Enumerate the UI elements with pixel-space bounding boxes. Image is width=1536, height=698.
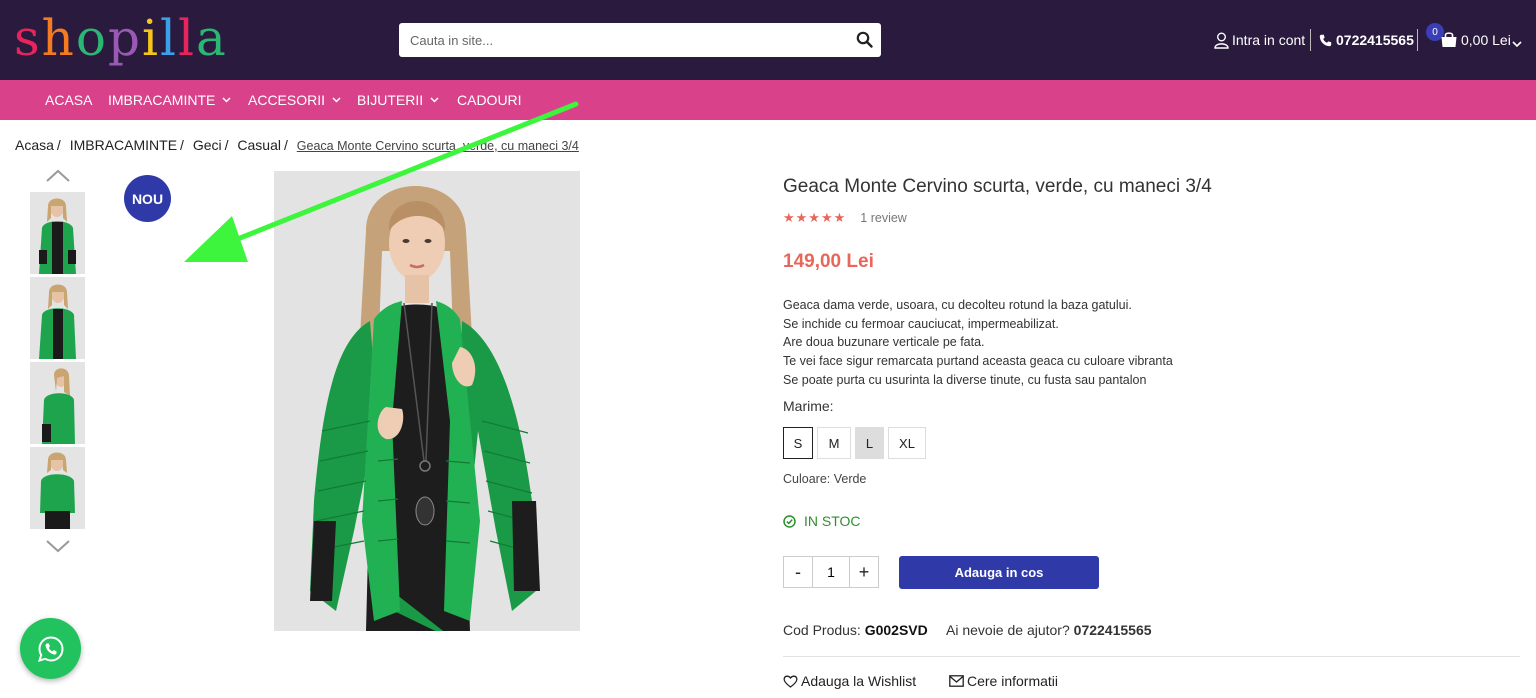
- wishlist-link[interactable]: Adauga la Wishlist: [783, 673, 916, 689]
- stock-status: IN STOC: [783, 513, 861, 529]
- product-code-value: G002SVD: [864, 622, 928, 638]
- whatsapp-button[interactable]: [20, 618, 81, 679]
- help-line: Ai nevoie de ajutor? 0722415565: [946, 622, 1152, 638]
- breadcrumb-link[interactable]: IMBRACAMINTE: [70, 137, 177, 153]
- logo-letter: s: [14, 9, 42, 67]
- account-label: Intra in cont: [1232, 32, 1306, 48]
- size-option-l[interactable]: L: [855, 427, 884, 459]
- breadcrumb-separator: /: [284, 137, 288, 153]
- logo-letter: h: [41, 9, 76, 67]
- product-rating: ★★★★★ 1 review: [783, 210, 907, 226]
- breadcrumb-separator: /: [224, 137, 229, 153]
- review-count-link[interactable]: 1 review: [860, 211, 907, 225]
- product-code: Cod Produs: G002SVD: [783, 622, 928, 638]
- product-thumbnail[interactable]: [30, 192, 85, 274]
- size-selector: S M L XL: [783, 427, 930, 459]
- chevron-down-icon: [430, 97, 439, 103]
- chevron-down-icon: [46, 540, 70, 553]
- check-circle-icon: [783, 514, 796, 528]
- star-rating-icon: ★★★★★: [783, 210, 847, 225]
- search-icon[interactable]: [855, 30, 875, 50]
- product-thumbnail[interactable]: [30, 362, 85, 444]
- logo-letter: l: [178, 9, 196, 67]
- breadcrumb-current[interactable]: Geaca Monte Cervino scurta, verde, cu ma…: [297, 139, 579, 153]
- nav-item-label: ACASA: [45, 92, 93, 108]
- size-option-xl[interactable]: XL: [888, 427, 926, 459]
- description-line: Are doua buzunare verticale pe fata.: [783, 335, 985, 350]
- add-to-cart-button[interactable]: Adauga in cos: [899, 556, 1099, 589]
- phone-link[interactable]: 0722415565: [1319, 31, 1414, 49]
- stock-label: IN STOC: [804, 513, 861, 529]
- whatsapp-icon: [37, 635, 64, 662]
- breadcrumb-link[interactable]: Geci: [193, 137, 222, 153]
- size-option-m[interactable]: M: [817, 427, 851, 459]
- nav-item-acasa[interactable]: ACASA: [45, 92, 92, 108]
- product-price: 149,00 Lei: [783, 251, 874, 272]
- shopping-bag-icon: [1440, 31, 1458, 51]
- chevron-up-icon: [46, 169, 70, 182]
- logo-letter: l: [160, 9, 178, 67]
- logo-letter: a: [196, 9, 228, 67]
- quantity-increase-button[interactable]: +: [850, 557, 878, 587]
- nav-item-imbracaminte[interactable]: IMBRACAMINTE: [108, 92, 231, 108]
- nav-item-label: BIJUTERII: [357, 92, 424, 108]
- header-divider: [1310, 29, 1311, 51]
- description-line: Se inchide cu fermoar cauciucat, imperme…: [783, 316, 1059, 331]
- product-description: Geaca dama verde, usoara, cu decolteu ro…: [783, 296, 1173, 390]
- nav-item-label: ACCESORII: [248, 92, 326, 108]
- nav-item-accesorii[interactable]: ACCESORII: [248, 92, 341, 108]
- cart-total: 0,00 Lei: [1461, 32, 1511, 48]
- nav-item-bijuterii[interactable]: BIJUTERII: [357, 92, 439, 108]
- thumbnail-scroll-up-button[interactable]: [45, 168, 71, 184]
- description-line: Te vei face sigur remarcata purtand acea…: [783, 354, 1173, 369]
- description-line: Se poate purta cu usurinta la diverse ti…: [783, 372, 1147, 387]
- breadcrumb-separator: /: [56, 137, 61, 153]
- product-code-label: Cod Produs:: [783, 622, 861, 638]
- request-info-label: Cere informatii: [967, 673, 1059, 689]
- product-main-image[interactable]: [274, 171, 580, 631]
- wishlist-label: Adauga la Wishlist: [801, 673, 917, 689]
- quantity-input[interactable]: [812, 557, 850, 587]
- breadcrumb: Acasa / IMBRACAMINTE / Geci / Casual / Geaca…: [15, 137, 579, 153]
- phone-number: 0722415565: [1336, 32, 1414, 48]
- size-label: Marime:: [783, 398, 834, 414]
- chevron-down-icon: [1512, 35, 1522, 51]
- quantity-decrease-button[interactable]: -: [784, 557, 812, 587]
- breadcrumb-link[interactable]: Casual: [237, 137, 281, 153]
- new-badge: NOU: [124, 175, 171, 222]
- nav-item-label: IMBRACAMINTE: [108, 92, 216, 108]
- chevron-down-icon: [332, 97, 341, 103]
- help-label: Ai nevoie de ajutor?: [946, 622, 1070, 638]
- top-header: shopilla Intra in cont 0722415565 0 0,00…: [0, 0, 1536, 80]
- thumbnail-scroll-down-button[interactable]: [45, 538, 71, 554]
- product-thumbnail[interactable]: [30, 447, 85, 529]
- account-link[interactable]: Intra in cont: [1214, 31, 1305, 49]
- phone-icon: [1319, 34, 1332, 46]
- request-info-link[interactable]: Cere informatii: [949, 673, 1058, 689]
- quantity-stepper: - +: [783, 556, 879, 588]
- logo-letter: i: [142, 9, 160, 67]
- heart-icon: [783, 675, 798, 688]
- size-option-s[interactable]: S: [783, 427, 813, 459]
- section-divider: [783, 656, 1520, 657]
- envelope-icon: [949, 675, 964, 687]
- nav-item-cadouri[interactable]: CADOURI: [457, 92, 522, 108]
- chevron-down-icon: [222, 97, 231, 103]
- description-line: Geaca dama verde, usoara, cu decolteu ro…: [783, 298, 1132, 312]
- user-icon: [1214, 32, 1229, 49]
- logo-letter: o: [75, 9, 108, 67]
- nav-item-label: CADOURI: [457, 92, 522, 108]
- site-logo[interactable]: shopilla: [14, 8, 228, 68]
- breadcrumb-separator: /: [180, 137, 184, 153]
- search-input[interactable]: [399, 23, 839, 57]
- breadcrumb-link[interactable]: Acasa: [15, 137, 54, 153]
- header-divider: [1417, 29, 1418, 51]
- logo-letter: p: [107, 9, 142, 67]
- color-label: Culoare: Verde: [783, 472, 867, 486]
- help-phone[interactable]: 0722415565: [1074, 622, 1152, 638]
- product-title: Geaca Monte Cervino scurta, verde, cu ma…: [783, 176, 1212, 197]
- main-navigation: ACASA IMBRACAMINTE ACCESORII BIJUTERII C…: [0, 80, 1536, 120]
- product-thumbnail[interactable]: [30, 277, 85, 359]
- search-bar: [399, 23, 881, 57]
